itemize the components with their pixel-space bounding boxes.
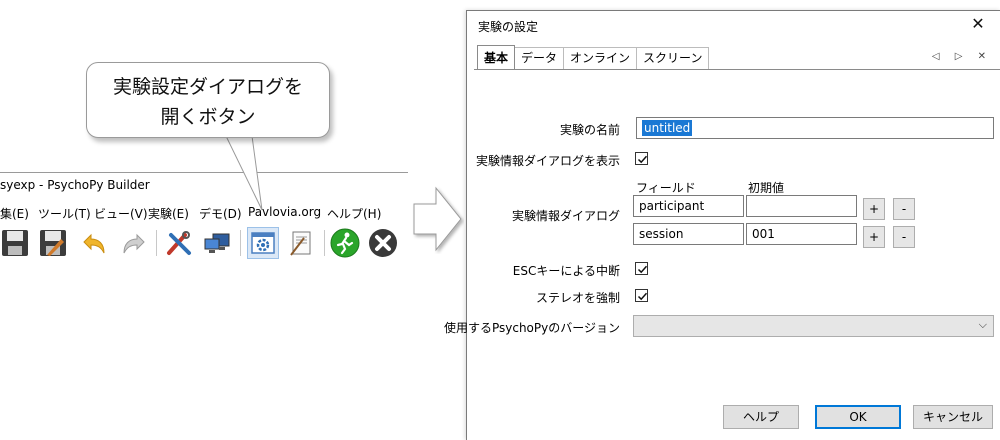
save-as-icon	[40, 230, 66, 256]
experiment-name-input[interactable]: untitled	[636, 117, 994, 139]
info-dialog-col-field: フィールド	[636, 181, 696, 195]
menu-experiment[interactable]: 実験(E)	[148, 205, 189, 222]
checkmark-icon	[637, 155, 648, 164]
stop-button[interactable]	[368, 228, 398, 258]
menu-view[interactable]: ビュー(V)	[94, 205, 148, 222]
menu-pavlovia[interactable]: Pavlovia.org	[248, 205, 321, 219]
experiment-settings-dialog: 実験の設定 ✕ 基本 データ オンライン スクリーン ◁ ▷ ✕ 実験の名前 u…	[444, 10, 1000, 440]
menu-help[interactable]: ヘルプ(H)	[327, 205, 381, 222]
toolbar-separator	[324, 230, 325, 256]
info-dialog-col-default: 初期値	[748, 181, 785, 195]
compile-script-icon	[290, 231, 311, 256]
info-field-default-input[interactable]	[746, 195, 857, 217]
callout-box: 実験設定ダイアログを 開くボタン	[86, 62, 330, 138]
monitor-center-icon	[204, 233, 230, 253]
checkmark-icon	[637, 265, 648, 274]
builder-toolbar	[0, 224, 408, 262]
redo-icon	[123, 233, 145, 254]
tab-screen[interactable]: スクリーン	[636, 47, 710, 69]
info-field-name-input[interactable]: participant	[633, 195, 744, 217]
esc-quit-label: ESCキーによる中断	[512, 264, 620, 278]
info-dialog-label: 実験情報ダイアログ	[511, 209, 620, 223]
show-info-dialog-checkbox[interactable]	[635, 152, 648, 165]
info-field-name-input[interactable]: session	[633, 223, 744, 245]
menu-edit[interactable]: 集(E)	[0, 205, 29, 222]
callout-text-line1: 実験設定ダイアログを	[112, 76, 303, 98]
show-info-dialog-label: 実験情報ダイアログを表示	[475, 154, 620, 168]
run-icon	[330, 228, 360, 258]
dialog-title: 実験の設定	[478, 20, 539, 34]
toolbar-separator	[156, 230, 157, 256]
tab-scroll-arrows-icon[interactable]: ◁ ▷ ✕	[932, 51, 992, 62]
ok-button[interactable]: OK	[815, 405, 901, 429]
psychopy-version-select[interactable]: ⌵	[633, 315, 994, 337]
menu-tools[interactable]: ツール(T)	[38, 205, 91, 222]
add-row-button[interactable]: +	[863, 198, 885, 220]
checkmark-icon	[637, 292, 648, 301]
tab-data[interactable]: データ	[514, 47, 565, 69]
close-icon[interactable]: ✕	[968, 14, 988, 34]
toolbar-separator	[240, 230, 241, 256]
experiment-name-value: untitled	[642, 120, 693, 136]
builder-title: syexp - PsychoPy Builder	[0, 178, 150, 192]
undo-button[interactable]	[80, 228, 110, 258]
save-button[interactable]	[0, 228, 30, 258]
force-stereo-label: ステレオを強制	[535, 291, 620, 305]
remove-row-button[interactable]: -	[893, 198, 915, 220]
undo-icon	[83, 233, 105, 254]
help-button[interactable]: ヘルプ	[723, 405, 799, 429]
psychopy-version-label: 使用するPsychoPyのバージョン	[443, 321, 620, 335]
callout-text-line2: 開くボタン	[160, 106, 256, 128]
compile-script-button[interactable]	[286, 228, 316, 258]
preferences-button[interactable]	[164, 228, 194, 258]
menu-demos[interactable]: デモ(D)	[199, 205, 242, 222]
preferences-icon	[167, 231, 191, 255]
experiment-settings-icon	[251, 232, 275, 254]
remove-row-button[interactable]: -	[893, 226, 915, 248]
experiment-name-label: 実験の名前	[559, 123, 620, 137]
info-field-default-input[interactable]: 001	[746, 223, 857, 245]
save-as-button[interactable]	[38, 228, 68, 258]
builder-window: syexp - PsychoPy Builder 集(E) ツール(T) ビュー…	[0, 172, 408, 267]
run-button[interactable]	[330, 228, 360, 258]
cancel-button[interactable]: キャンセル	[913, 405, 993, 429]
window-border	[0, 172, 408, 173]
save-icon	[2, 230, 28, 256]
right-arrow-icon	[413, 186, 462, 252]
stop-icon	[369, 229, 397, 257]
tab-online[interactable]: オンライン	[563, 47, 638, 69]
add-row-button[interactable]: +	[863, 226, 885, 248]
force-stereo-checkbox[interactable]	[635, 289, 648, 302]
chevron-down-icon: ⌵	[978, 318, 987, 331]
tab-basic[interactable]: 基本	[477, 45, 516, 69]
experiment-settings-button[interactable]	[247, 227, 279, 259]
redo-button[interactable]	[118, 228, 148, 258]
monitor-center-button[interactable]	[202, 228, 232, 258]
esc-quit-checkbox[interactable]	[635, 262, 648, 275]
tab-bar: 基本 データ オンライン スクリーン	[477, 45, 710, 69]
